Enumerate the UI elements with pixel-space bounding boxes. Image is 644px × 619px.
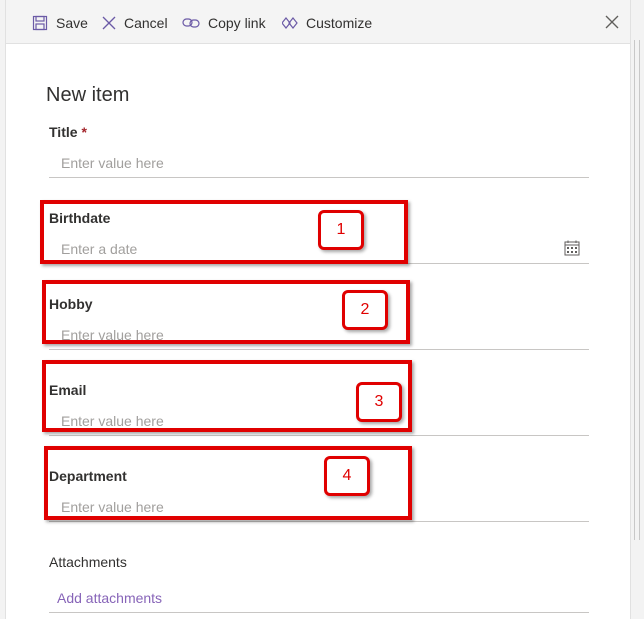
attachments-divider	[49, 612, 589, 613]
copy-link-button[interactable]: Copy link	[182, 12, 266, 34]
required-marker: *	[81, 124, 87, 140]
title-input[interactable]	[49, 148, 589, 178]
title-field-label: Title *	[49, 124, 87, 140]
copy-link-label: Copy link	[208, 15, 266, 31]
add-attachments-link[interactable]: Add attachments	[57, 590, 162, 606]
link-icon	[182, 18, 200, 28]
command-bar: Save Cancel Copy link Customize	[6, 0, 630, 44]
customize-icon	[282, 17, 298, 29]
save-label: Save	[56, 15, 88, 31]
close-panel-button[interactable]	[604, 14, 622, 32]
customize-label: Customize	[306, 15, 373, 31]
customize-button[interactable]: Customize	[282, 12, 372, 34]
annotation-number-2: 2	[342, 290, 388, 330]
annotation-number-1: 1	[318, 210, 364, 250]
close-icon	[102, 16, 116, 30]
annotation-number-4: 4	[324, 456, 370, 496]
annotation-number-3: 3	[356, 382, 402, 422]
title-label-text: Title	[49, 124, 78, 140]
calendar-icon[interactable]	[564, 240, 580, 256]
scrollbar-thumb[interactable]	[634, 40, 640, 540]
page-title: New item	[46, 84, 130, 106]
dismiss-icon	[605, 15, 619, 29]
cancel-label: Cancel	[124, 15, 168, 31]
left-panel-edge	[0, 0, 6, 619]
save-icon	[32, 15, 48, 31]
attachments-label: Attachments	[49, 554, 127, 570]
save-button[interactable]: Save	[32, 12, 88, 34]
scrollbar[interactable]	[630, 0, 644, 619]
cancel-button[interactable]: Cancel	[102, 12, 168, 34]
